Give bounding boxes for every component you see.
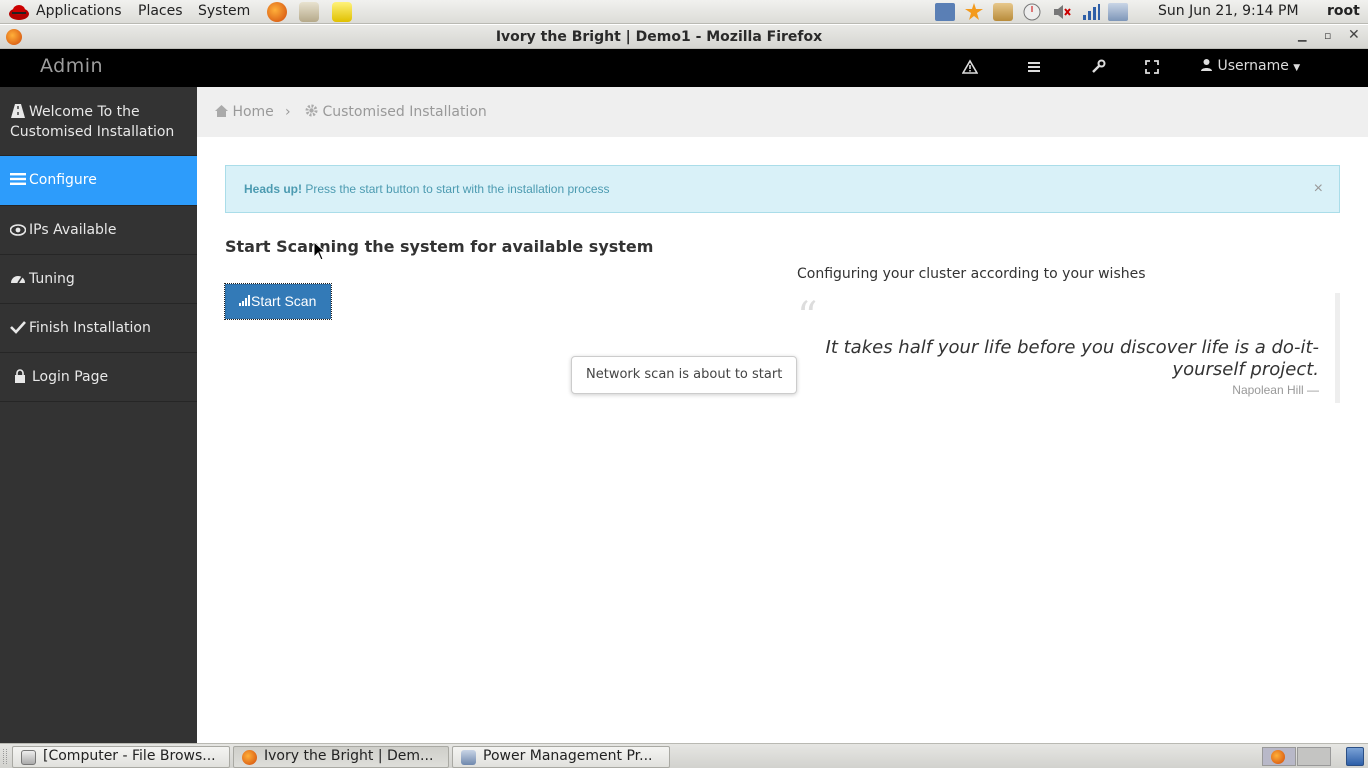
system-menu[interactable]: System — [198, 3, 250, 19]
breadcrumb-home[interactable]: Home — [215, 104, 274, 120]
user-menu-dropdown[interactable]: Username ▼ — [1200, 58, 1300, 74]
firefox-task-icon — [242, 750, 257, 765]
alert-message: Heads up! Press the start button to star… — [244, 182, 610, 196]
battery-power-icon[interactable] — [1108, 3, 1128, 21]
start-scan-button[interactable]: Start Scan — [224, 283, 332, 320]
lock-icon — [15, 369, 25, 383]
breadcrumb-current-label: Customised Installation — [322, 104, 487, 120]
dashboard-icon — [11, 276, 25, 284]
breadcrumb-separator: › — [285, 104, 291, 120]
quote-line-1: It takes half your life before you disco… — [825, 337, 1319, 358]
home-icon — [215, 105, 228, 117]
sidebar-item-welcome-line2: Customised Installation — [10, 124, 175, 140]
task-power-management-label: Power Management Pr... — [483, 748, 653, 764]
scan-status-tooltip: Network scan is about to start — [571, 356, 797, 394]
bottom-taskbar: [Computer - File Brows... Ivory the Brig… — [0, 743, 1368, 768]
signal-strength-icon[interactable] — [1081, 3, 1101, 21]
file-browser-icon — [21, 750, 36, 765]
quote-line-2: yourself project. — [1172, 359, 1319, 380]
package-icon[interactable] — [993, 3, 1013, 21]
quote-blockquote: “ It takes half your life before you dis… — [797, 293, 1340, 403]
start-scan-label: Start Scan — [251, 293, 317, 309]
sidebar-item-finish-installation[interactable]: Finish Installation — [0, 304, 197, 353]
sidebar-item-welcome-line1: Welcome To the — [29, 104, 140, 120]
mail-launcher-icon[interactable] — [299, 2, 319, 22]
workspace-firefox-icon — [1271, 750, 1285, 764]
volume-muted-icon[interactable] — [1052, 3, 1072, 21]
window-title: Ivory the Bright | Demo1 - Mozilla Firef… — [495, 29, 823, 45]
panel-clock[interactable]: Sun Jun 21, 9:14 PM — [1158, 3, 1299, 19]
alert-close-button[interactable]: × — [1314, 180, 1323, 198]
admin-navbar: Admin Username ▼ — [0, 49, 1368, 87]
eye-icon — [9, 224, 27, 236]
clock-applet-icon[interactable] — [1022, 3, 1042, 21]
sidebar-item-ips-available[interactable]: IPs Available — [0, 206, 197, 255]
breadcrumb: Home › Customised Installation — [197, 87, 1368, 137]
main-content: Home › Customised Installation Heads up!… — [197, 87, 1368, 743]
road-icon — [11, 104, 25, 118]
sidebar: Welcome To the Customised Installation C… — [0, 87, 197, 743]
updates-icon[interactable] — [964, 3, 984, 21]
task-file-browser-label: [Computer - File Brows... — [43, 748, 216, 764]
sidebar-item-login-label: Login Page — [32, 369, 109, 385]
tasks-icon — [10, 173, 26, 185]
sidebar-item-configure[interactable]: Configure — [0, 156, 197, 206]
task-firefox-label: Ivory the Bright | Dem... — [264, 748, 434, 764]
applications-menu[interactable]: Applications — [36, 3, 122, 19]
task-power-management[interactable]: Power Management Pr... — [452, 746, 670, 768]
signal-bars-icon — [239, 295, 250, 306]
redhat-menu-icon[interactable] — [8, 3, 30, 25]
sidebar-item-finish-label: Finish Installation — [29, 320, 151, 336]
trash-applet-icon[interactable] — [1346, 747, 1364, 766]
quote-text: It takes half your life before you disco… — [819, 337, 1319, 381]
user-menu-label: Username — [1217, 58, 1289, 74]
navbar-brand[interactable]: Admin — [40, 55, 103, 77]
window-titlebar[interactable]: Ivory the Bright | Demo1 - Mozilla Firef… — [0, 25, 1368, 49]
sidebar-item-configure-label: Configure — [29, 172, 97, 188]
firefox-launcher-icon[interactable] — [267, 2, 287, 22]
places-menu[interactable]: Places — [138, 3, 183, 19]
cog-icon — [305, 104, 318, 117]
mouse-pointer-icon — [313, 240, 327, 265]
close-window-icon[interactable]: ✕ — [1348, 27, 1360, 43]
sidebar-item-login-page[interactable]: Login Page — [0, 353, 197, 402]
panel-username[interactable]: root — [1327, 3, 1360, 19]
taskbar-handle[interactable] — [3, 749, 7, 764]
workspace-1[interactable] — [1262, 747, 1296, 766]
notes-launcher-icon[interactable] — [332, 2, 352, 22]
info-alert: Heads up! Press the start button to star… — [225, 165, 1340, 213]
scan-heading: Start Scanning the system for available … — [225, 237, 654, 256]
caret-down-icon: ▼ — [1293, 63, 1301, 73]
user-icon — [1201, 59, 1212, 71]
fullscreen-icon[interactable] — [1144, 59, 1160, 75]
check-icon — [10, 321, 26, 334]
top-panel: Applications Places System Sun Jun 21, 9… — [0, 0, 1368, 24]
sidebar-item-ips-label: IPs Available — [29, 222, 117, 238]
maximize-icon[interactable]: ▫ — [1324, 29, 1331, 42]
task-file-browser[interactable]: [Computer - File Brows... — [12, 746, 230, 768]
alert-strong: Heads up! — [244, 182, 303, 196]
breadcrumb-home-label: Home — [232, 104, 274, 120]
task-firefox[interactable]: Ivory the Bright | Dem... — [233, 746, 449, 768]
minimize-icon[interactable]: ▁ — [1298, 29, 1306, 42]
sidebar-item-tuning[interactable]: Tuning — [0, 255, 197, 304]
network-monitor-icon[interactable] — [935, 3, 955, 21]
breadcrumb-current: Customised Installation — [305, 104, 487, 120]
wrench-icon[interactable] — [1090, 59, 1106, 75]
alert-text: Press the start button to start with the… — [305, 182, 610, 196]
cluster-caption: Configuring your cluster according to yo… — [797, 266, 1146, 282]
quote-author: Napolean Hill — — [1232, 383, 1319, 397]
warning-icon[interactable] — [961, 59, 979, 75]
tasks-list-icon[interactable] — [1026, 59, 1042, 75]
sidebar-item-tuning-label: Tuning — [29, 271, 75, 287]
workspace-2[interactable] — [1297, 747, 1331, 766]
power-management-icon — [461, 750, 476, 765]
quote-left-icon: “ — [797, 294, 818, 340]
sidebar-item-welcome[interactable]: Welcome To the Customised Installation — [0, 87, 197, 156]
